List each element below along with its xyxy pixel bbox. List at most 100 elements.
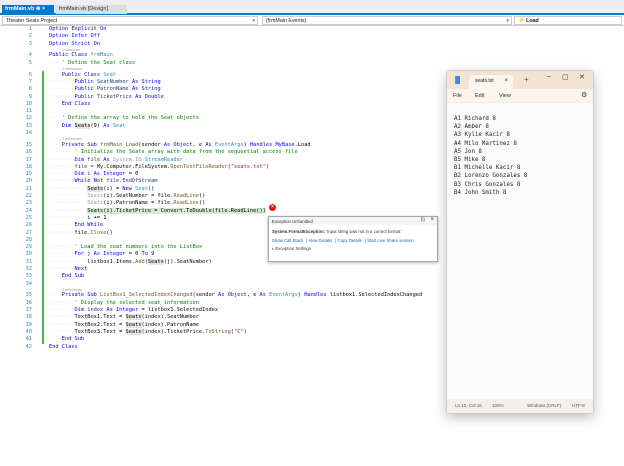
pin-icon[interactable]: ⊡ xyxy=(421,218,425,223)
code-token: ' Display the selected seat information xyxy=(74,299,199,306)
code-token: Next xyxy=(74,265,88,272)
code-line[interactable]: 1 Option Explicit On xyxy=(0,26,624,33)
line-number: 38 xyxy=(25,314,32,321)
project-dropdown[interactable]: Theater Seats Project ▾ xyxy=(2,16,258,25)
code-token: (index).SeatNumber xyxy=(141,314,199,321)
code-token: file.EndOfStream xyxy=(106,178,158,185)
code-text: End Class xyxy=(36,344,78,351)
line-number: 34 xyxy=(25,280,32,287)
member-dropdown[interactable]: ⚡ Load xyxy=(514,16,622,25)
line-number: 6 xyxy=(28,71,32,78)
code-token: As xyxy=(103,122,113,129)
cursor-position: Ln 10, Col 16 xyxy=(455,403,482,408)
code-text: ············Seats(i).SeatNumber = file.R… xyxy=(36,193,205,200)
code-token: ········ xyxy=(49,178,75,185)
code-token: ' Define the array to hold the Seat obje… xyxy=(61,115,199,122)
encoding: UTF-8 xyxy=(572,403,585,408)
notepad-window: seats.txt × + – ▢ ✕ File Edit View ⚙ A1 R… xyxy=(446,70,594,414)
code-token: Seats(i).TicketPrice = Convert.ToDouble(… xyxy=(87,207,266,214)
code-text: ····' Define the array to hold the Seat … xyxy=(36,115,199,122)
code-token: file xyxy=(87,156,104,163)
menu-view[interactable]: View xyxy=(499,89,511,103)
code-line[interactable]: 4 Public Class frmMain xyxy=(0,52,624,59)
code-token: Seats xyxy=(87,185,104,192)
code-text: ············Seats(i) = New Seat() xyxy=(36,185,154,193)
pin-icon[interactable]: ⊕ xyxy=(36,6,41,12)
notepad-titlebar[interactable]: seats.txt × + – ▢ ✕ xyxy=(447,71,593,89)
code-token: ········ xyxy=(49,86,75,93)
code-token: Seat xyxy=(112,122,126,129)
notepad-tab[interactable]: seats.txt × xyxy=(469,75,513,89)
code-line[interactable]: 3 Option Strict On xyxy=(0,41,624,48)
close-icon[interactable]: × xyxy=(430,217,434,223)
code-text: ····Private Sub ListBox1_SelectedIndexCh… xyxy=(36,292,422,299)
code-token: ' Initialize the Seats array with data f… xyxy=(74,149,298,156)
copy-details-link[interactable]: Copy Details xyxy=(338,238,362,243)
code-token: As Integer xyxy=(93,251,126,258)
code-text: ········' Display the selected seat info… xyxy=(36,300,199,307)
code-line[interactable]: 5 ····' Define the Seat class xyxy=(0,60,624,67)
new-tab-icon[interactable]: + xyxy=(524,75,529,84)
code-token: ' Define the Seat class xyxy=(61,59,136,66)
code-text: ········Public SeatNumber As String xyxy=(36,79,161,86)
menu-file[interactable]: File xyxy=(453,89,462,103)
tab-frmmain-design[interactable]: frmMain.vb [Design] xyxy=(56,5,127,14)
code-token: ········ xyxy=(49,314,75,321)
tab-label: frmMain.vb [Design] xyxy=(59,6,108,12)
close-icon[interactable]: ✕ xyxy=(579,73,585,81)
code-token: End Sub xyxy=(61,336,85,343)
menu-edit[interactable]: Edit xyxy=(475,89,484,103)
code-token: Dim xyxy=(61,122,75,129)
code-text: ········TextBox2.Text = Seats(index).Pat… xyxy=(36,321,199,329)
notepad-text-area[interactable]: A1 Richard 8 A2 Amber 8 A3 Kylie Kacir 8… xyxy=(447,103,593,209)
code-token: () xyxy=(198,200,206,207)
events-dropdown[interactable]: (frmMain Events) ▾ xyxy=(262,16,512,25)
gear-icon[interactable]: ⚙ xyxy=(581,89,587,103)
code-token: ToString xyxy=(205,328,231,335)
code-text: Option Explicit On xyxy=(36,26,106,33)
close-icon[interactable]: × xyxy=(42,6,45,12)
code-token: As xyxy=(205,141,215,148)
code-token: TextBox2.Text = xyxy=(74,321,126,328)
code-token: .Computer.FileSystem. xyxy=(103,163,171,170)
code-token: EventArgs xyxy=(269,292,298,299)
code-token: Dim xyxy=(74,307,88,314)
code-token: ········ xyxy=(49,222,75,229)
code-token: (i).SeatNumber = file. xyxy=(103,193,174,200)
maximize-icon[interactable]: ▢ xyxy=(562,73,569,81)
code-token: 9 xyxy=(151,251,155,258)
code-token: TextBox3.Text = xyxy=(74,328,126,335)
code-token: As xyxy=(259,292,270,299)
code-text: ····Dim Seats(9) As Seat xyxy=(36,122,126,130)
code-line[interactable]: 2 Option Infer Off xyxy=(0,33,624,40)
code-token: (j).SeatNumber) xyxy=(163,258,212,265)
code-token: , e xyxy=(192,141,206,148)
code-token: ) xyxy=(265,163,270,170)
minimize-icon[interactable]: – xyxy=(547,73,551,80)
code-token: As String xyxy=(131,86,161,93)
code-token: = 0 xyxy=(125,251,142,258)
code-text: ········file = My.Computer.FileSystem.Op… xyxy=(36,164,269,171)
code-text: ····' Define the Seat class xyxy=(36,60,135,67)
line-number: 37 xyxy=(25,307,32,314)
code-token: ···· xyxy=(49,336,62,343)
live-share-link[interactable]: Start Live Share session xyxy=(367,238,414,243)
code-token: ········ xyxy=(49,328,75,335)
code-token: ············ xyxy=(49,214,88,221)
code-token: ···· xyxy=(49,115,62,122)
code-token: Handles MyBase xyxy=(249,141,295,148)
show-call-stack-link[interactable]: Show Call Stack xyxy=(272,238,303,243)
close-tab-icon[interactable]: × xyxy=(504,75,508,88)
code-token: End While xyxy=(74,222,104,229)
exception-type: System.FormatException: xyxy=(272,229,326,234)
exception-settings-toggle[interactable]: ▹ Exception Settings xyxy=(269,243,437,252)
code-text: ········Dim index As Integer = listbox1.… xyxy=(36,307,218,314)
tab-frmmain-vb[interactable]: frmMain.vb ⊕ × xyxy=(2,5,54,14)
code-token: ············ xyxy=(49,193,88,200)
code-text: ············Seats(i).TicketPrice = Conve… xyxy=(36,207,266,215)
code-token: ' Load the seat numbers into the ListBox xyxy=(74,244,203,251)
line-number: 36 xyxy=(25,299,32,306)
view-details-link[interactable]: View Details xyxy=(309,238,333,243)
